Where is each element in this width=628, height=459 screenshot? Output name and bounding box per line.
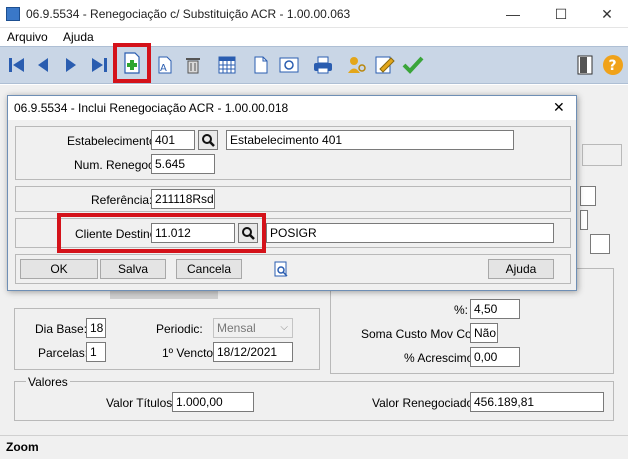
- svg-text:?: ?: [609, 58, 617, 74]
- parcelas-field[interactable]: 1: [86, 342, 106, 362]
- toolbar: A ?: [0, 43, 628, 84]
- ajuda-button[interactable]: Ajuda: [488, 259, 554, 279]
- valor-renegociado-label: Valor Renegociado:: [372, 396, 477, 410]
- valor-titulos-field[interactable]: 1.000,00: [172, 392, 254, 412]
- background-field: [580, 210, 588, 230]
- background-tab: [110, 290, 218, 299]
- edit-form-icon[interactable]: [372, 52, 398, 78]
- trash-icon[interactable]: [180, 52, 206, 78]
- last-record-icon[interactable]: [86, 52, 112, 78]
- new-record-icon[interactable]: [113, 43, 151, 83]
- minimize-button[interactable]: —: [490, 0, 536, 28]
- window-title: 06.9.5534 - Renegociação c/ Substituição…: [26, 7, 351, 21]
- soma-custo-label: Soma Custo Mov Cob:: [361, 327, 482, 341]
- soma-custo-field[interactable]: Não: [470, 323, 498, 343]
- estabelecimento-code-field[interactable]: 401: [151, 130, 195, 150]
- cliente-destino-name-field: POSIGR: [266, 223, 554, 243]
- menu-bar: Arquivo Ajuda: [0, 28, 628, 46]
- cliente-destino-highlight: [57, 213, 266, 253]
- print-icon[interactable]: [310, 52, 336, 78]
- document-icon[interactable]: [248, 52, 274, 78]
- chevron-down-icon: ⌵: [280, 322, 288, 333]
- dialog-titlebar: 06.9.5534 - Inclui Renegociação ACR - 1.…: [8, 96, 576, 120]
- background-group: [582, 144, 622, 166]
- periodic-select[interactable]: Mensal ⌵: [213, 318, 293, 338]
- background-field: [580, 186, 596, 206]
- num-renegoc-field[interactable]: 5.645: [151, 154, 215, 174]
- previous-record-icon[interactable]: [30, 52, 56, 78]
- exit-door-icon[interactable]: [572, 52, 598, 78]
- dialog-title: 06.9.5534 - Inclui Renegociação ACR - 1.…: [14, 101, 289, 115]
- vencto-field[interactable]: 18/12/2021: [213, 342, 293, 362]
- search-icon: [202, 134, 215, 147]
- text-edit-icon[interactable]: A: [152, 52, 178, 78]
- valores-group-label: Valores: [26, 375, 70, 389]
- zoom-label: Zoom: [6, 440, 39, 454]
- valor-renegociado-field[interactable]: 456.189,81: [470, 392, 604, 412]
- estabelecimento-name-field: Estabelecimento 401: [226, 130, 514, 150]
- window-close-button[interactable]: ✕: [584, 0, 628, 28]
- periodic-value: Mensal: [217, 321, 256, 335]
- window-titlebar: 06.9.5534 - Renegociação c/ Substituição…: [0, 0, 628, 28]
- menu-arquivo[interactable]: Arquivo: [7, 30, 48, 44]
- valor-titulos-label: Valor Títulos:: [106, 396, 176, 410]
- acrescimo-field[interactable]: 0,00: [470, 347, 520, 367]
- maximize-button[interactable]: ☐: [538, 0, 584, 28]
- next-record-icon[interactable]: [58, 52, 84, 78]
- referencia-label: Referência:: [91, 193, 153, 207]
- num-renegoc-label: Num. Renegoc:: [74, 158, 158, 172]
- calendar-grid-icon[interactable]: [214, 52, 240, 78]
- periodic-label: Periodic:: [156, 322, 203, 336]
- parcelas-label: Parcelas:: [38, 346, 89, 360]
- svg-text:A: A: [160, 63, 167, 74]
- vencto-label: 1º Vencto:: [162, 346, 217, 360]
- salva-button[interactable]: Salva: [100, 259, 166, 279]
- estabelecimento-lookup-button[interactable]: [198, 130, 218, 150]
- dia-base-field[interactable]: 18: [86, 318, 106, 338]
- user-key-icon[interactable]: [344, 52, 370, 78]
- percent-field[interactable]: 4,50: [470, 299, 520, 319]
- inclui-renegociacao-dialog: 06.9.5534 - Inclui Renegociação ACR - 1.…: [7, 95, 577, 291]
- estabelecimento-label: Estabelecimento:: [67, 134, 160, 148]
- ok-button[interactable]: OK: [20, 259, 98, 279]
- check-icon[interactable]: [400, 52, 426, 78]
- referencia-field[interactable]: 211118Rsdb: [151, 189, 215, 209]
- percent-label: %:: [454, 303, 469, 317]
- status-bar: Zoom: [0, 435, 628, 459]
- preview-search-icon[interactable]: [270, 259, 292, 279]
- menu-ajuda[interactable]: Ajuda: [63, 30, 94, 44]
- app-icon: [6, 7, 20, 21]
- help-icon[interactable]: ?: [600, 52, 626, 78]
- preview-icon[interactable]: [276, 52, 302, 78]
- dialog-close-button[interactable]: ✕: [553, 99, 565, 116]
- acrescimo-label: % Acrescimo:: [404, 351, 477, 365]
- first-record-icon[interactable]: [4, 52, 30, 78]
- dia-base-label: Dia Base:: [35, 322, 88, 336]
- cancela-button[interactable]: Cancela: [176, 259, 242, 279]
- background-field: [590, 234, 610, 254]
